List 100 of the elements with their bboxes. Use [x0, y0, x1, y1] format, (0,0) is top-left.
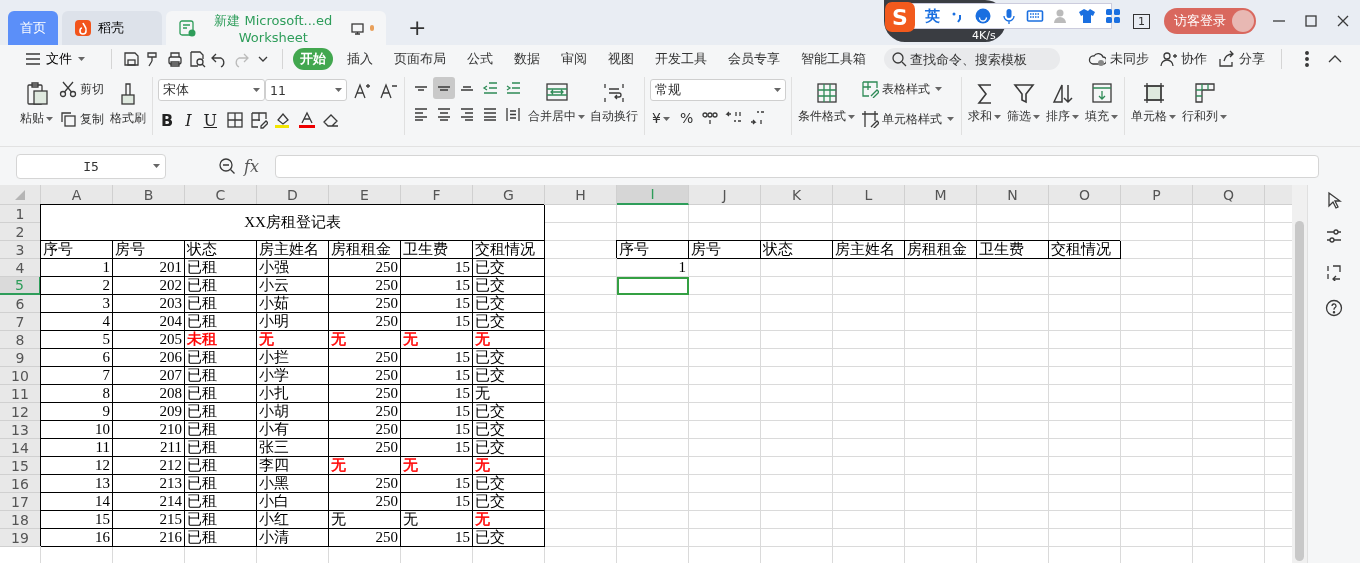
column-header[interactable]: E [329, 185, 401, 205]
command-search-field[interactable]: 查找命令、搜索模板 [884, 48, 1060, 70]
page-indicator[interactable]: 1 [1133, 13, 1150, 29]
row-header[interactable]: 4 [0, 259, 41, 277]
table-cell: 15 [401, 295, 473, 313]
row-header[interactable]: 13 [0, 421, 41, 439]
ime-mode[interactable]: 英 [925, 6, 940, 26]
column-header[interactable]: J [689, 185, 761, 205]
column-header[interactable]: P [1121, 185, 1193, 205]
document-tab[interactable]: 新建 Microsoft...ed Worksheet [166, 11, 386, 45]
column-header[interactable]: D [257, 185, 329, 205]
ribbon-tab[interactable]: 开发工具 [648, 48, 714, 70]
ribbon-tab[interactable]: 插入 [340, 48, 380, 70]
filter-button[interactable]: 筛选 [1006, 77, 1041, 127]
text-style-button[interactable]: I [182, 110, 195, 130]
ribbon-tab[interactable]: 页面布局 [387, 48, 453, 70]
row-header[interactable]: 17 [0, 493, 41, 511]
column-header[interactable]: F [401, 185, 473, 205]
wrap-text-button[interactable]: 自动换行 [589, 77, 639, 127]
font-family-select[interactable]: 宋体 [158, 79, 265, 101]
ribbon-tab[interactable]: 会员专享 [721, 48, 787, 70]
table-cell: 9 [41, 403, 113, 421]
table-cell: 15 [401, 439, 473, 457]
row-header[interactable]: 3 [0, 241, 41, 259]
column-header[interactable]: H [545, 185, 617, 205]
cell-style-button[interactable]: 单元格样式 [859, 107, 956, 131]
row-header[interactable]: 18 [0, 511, 41, 529]
row-header[interactable]: 8 [0, 331, 41, 349]
table-cell: 房主姓名 [257, 241, 329, 259]
text-style-button[interactable]: B [158, 110, 177, 130]
row-header[interactable]: 9 [0, 349, 41, 367]
table-cell: 房主姓名 [833, 241, 905, 259]
row-header[interactable]: 16 [0, 475, 41, 493]
column-header[interactable]: N [977, 185, 1049, 205]
new-tab-button[interactable]: + [402, 14, 433, 41]
toolbar-action[interactable]: 未同步 [1088, 50, 1149, 68]
column-header[interactable]: K [761, 185, 833, 205]
conditional-format-button[interactable]: 条件格式 [797, 77, 856, 127]
ribbon-tab[interactable]: 数据 [507, 48, 547, 70]
number-format-select[interactable]: 常规 [650, 79, 786, 101]
table-cell: 已交 [473, 493, 545, 511]
table-cell: 6 [41, 349, 113, 367]
format-painter-button[interactable]: 格式刷 [109, 77, 147, 129]
column-header[interactable]: O [1049, 185, 1121, 205]
table-cell: 小强 [257, 259, 329, 277]
sum-button[interactable]: 求和 [967, 77, 1002, 127]
text-style-button[interactable]: U [200, 110, 220, 130]
column-header[interactable]: A [41, 185, 113, 205]
column-header[interactable]: M [905, 185, 977, 205]
percent-button[interactable]: % [677, 110, 696, 126]
table-cell: 已交 [473, 475, 545, 493]
table-cell: 小红 [257, 511, 329, 529]
table-cell: 小茹 [257, 295, 329, 313]
column-header[interactable]: Q [1193, 185, 1265, 205]
row-header[interactable]: 14 [0, 439, 41, 457]
table-cell: 212 [113, 457, 185, 475]
row-header[interactable]: 19 [0, 529, 41, 547]
copy-button[interactable]: 复制 [57, 107, 106, 131]
row-header[interactable]: 2 [0, 223, 41, 241]
row-header[interactable]: 11 [0, 385, 41, 403]
ime-logo[interactable]: S [885, 2, 915, 32]
merge-center-button[interactable]: 合并居中 [527, 77, 586, 127]
table-cell: 无 [401, 457, 473, 475]
row-header[interactable]: 6 [0, 295, 41, 313]
paste-button[interactable]: 粘贴 [19, 77, 54, 129]
table-cell: 已交 [473, 367, 545, 385]
column-header[interactable]: G [473, 185, 545, 205]
column-header[interactable]: L [833, 185, 905, 205]
column-header[interactable]: B [113, 185, 185, 205]
row-header[interactable]: 10 [0, 367, 41, 385]
table-style-button[interactable]: 表格样式 [859, 77, 956, 101]
table-cell: 210 [113, 421, 185, 439]
ribbon-tab[interactable]: 审阅 [554, 48, 594, 70]
ribbon-tab[interactable]: 智能工具箱 [794, 48, 873, 70]
cell-button[interactable]: 单元格 [1130, 77, 1177, 127]
ribbon-tab[interactable]: 公式 [460, 48, 500, 70]
document-tab[interactable]: 稻壳 [62, 11, 162, 45]
row-header[interactable]: 12 [0, 403, 41, 421]
table-cell: 250 [329, 385, 401, 403]
toolbar-action[interactable]: 协作 [1159, 50, 1207, 68]
ribbon-tab[interactable]: 视图 [601, 48, 641, 70]
fill-button[interactable]: 填充 [1084, 77, 1119, 127]
row-header[interactable]: 1 [0, 205, 41, 223]
rowcol-button[interactable]: 行和列 [1181, 77, 1228, 127]
font-size-select[interactable]: 11 [265, 79, 347, 101]
table-cell: 已交 [473, 439, 545, 457]
file-menu[interactable]: 文件 [18, 49, 91, 69]
login-button[interactable]: 访客登录 [1164, 8, 1256, 34]
cut-button[interactable]: 剪切 [57, 77, 106, 101]
table-cell: 小学 [257, 367, 329, 385]
column-header[interactable]: C [185, 185, 257, 205]
table-cell: 15 [401, 349, 473, 367]
row-header[interactable]: 15 [0, 457, 41, 475]
row-header[interactable]: 7 [0, 313, 41, 331]
toolbar-action[interactable]: 分享 [1217, 50, 1265, 68]
sort-button[interactable]: 排序 [1045, 77, 1080, 127]
name-box[interactable]: I5 [16, 153, 166, 179]
function-button[interactable]: fx [244, 156, 259, 176]
table-cell: 已租 [185, 475, 257, 493]
currency-button[interactable]: ¥ [650, 110, 672, 126]
